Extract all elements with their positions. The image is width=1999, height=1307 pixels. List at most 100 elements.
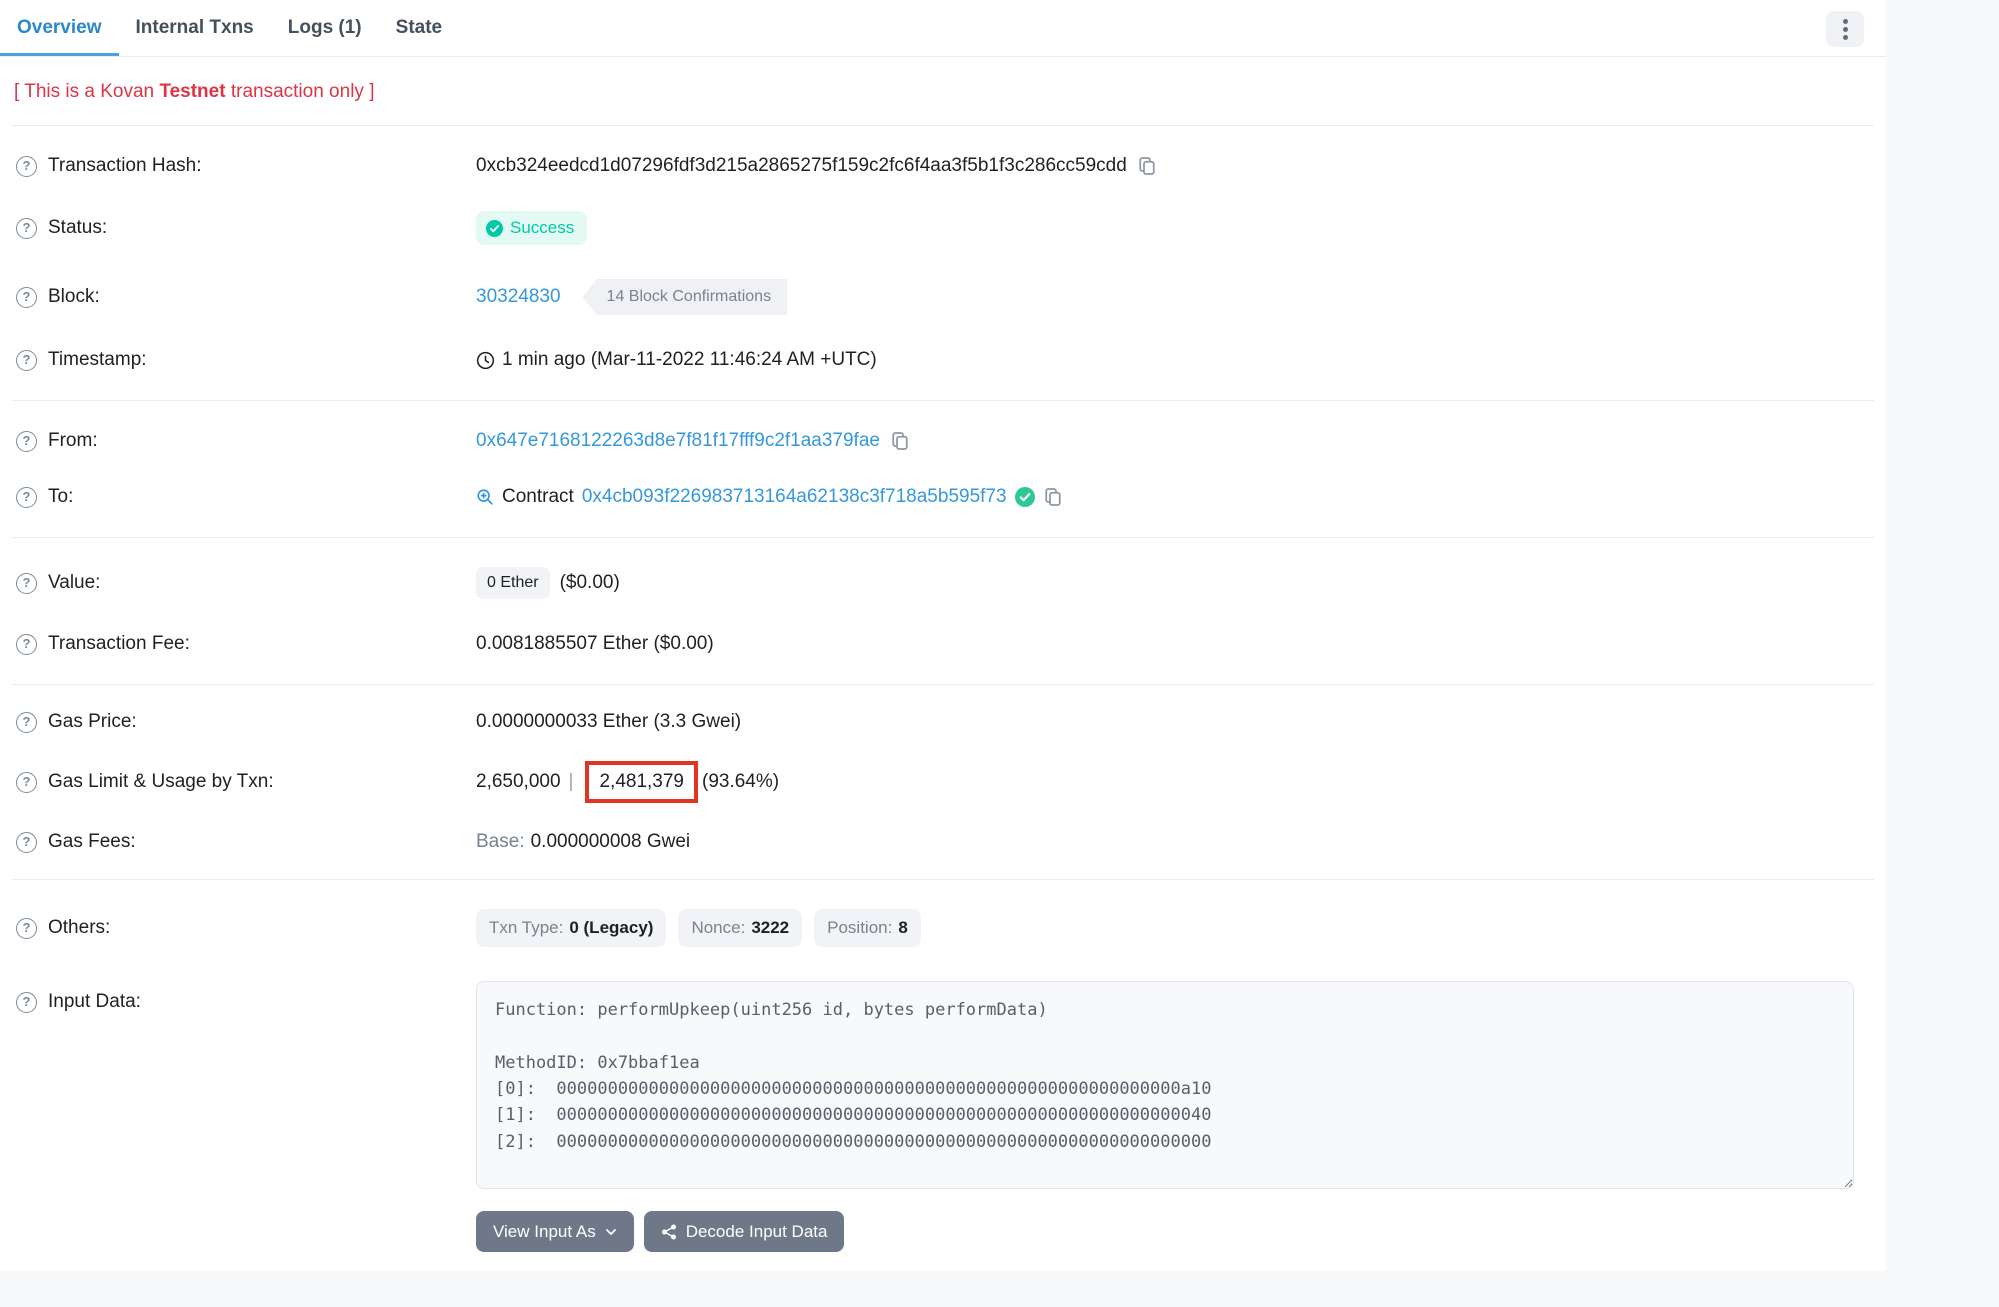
- view-input-as-button[interactable]: View Input As: [476, 1211, 634, 1252]
- verified-check-icon: [1015, 487, 1035, 507]
- input-data-label: Input Data:: [48, 991, 141, 1013]
- gas-limit-separator: |: [561, 771, 582, 793]
- question-circle-icon[interactable]: ?: [16, 992, 37, 1013]
- nonce-key: Nonce:: [691, 918, 745, 938]
- block-number-link[interactable]: 30324830: [476, 286, 561, 308]
- tab-overview[interactable]: Overview: [0, 0, 119, 56]
- from-address-link[interactable]: 0x647e7168122263d8e7f81f17fff9c2f1aa379f…: [476, 430, 880, 452]
- question-circle-icon[interactable]: ?: [16, 634, 37, 655]
- transaction-overview-card: Overview Internal Txns Logs (1) State [ …: [0, 0, 1886, 1286]
- timestamp-label: Timestamp:: [48, 349, 147, 371]
- row-transaction-hash: ? Transaction Hash: 0xcb324eedcd1d07296f…: [0, 138, 1886, 194]
- question-circle-icon[interactable]: ?: [16, 573, 37, 594]
- transaction-fee-value: 0.0081885507 Ether ($0.00): [476, 633, 714, 655]
- block-confirmations-badge: 14 Block Confirmations: [583, 279, 788, 315]
- gas-used-percent: (93.64%): [702, 771, 779, 793]
- question-circle-icon[interactable]: ?: [16, 350, 37, 371]
- value-usd: ($0.00): [560, 572, 620, 594]
- tab-logs[interactable]: Logs (1): [271, 0, 379, 56]
- row-gas-limit-usage: ? Gas Limit & Usage by Txn: 2,650,000 | …: [0, 747, 1886, 817]
- section-parties: ? From: 0x647e7168122263d8e7f81f17fff9c2…: [0, 401, 1886, 537]
- row-from: ? From: 0x647e7168122263d8e7f81f17fff9c2…: [0, 413, 1886, 469]
- nonce-value: 3222: [751, 918, 789, 938]
- row-status: ? Status: Success: [0, 194, 1886, 262]
- gas-fees-label: Gas Fees:: [48, 831, 136, 853]
- to-label: To:: [48, 486, 73, 508]
- row-value: ? Value: 0 Ether ($0.00): [0, 550, 1886, 616]
- decode-input-data-label: Decode Input Data: [686, 1222, 828, 1242]
- nonce-badge: Nonce: 3222: [678, 909, 802, 947]
- testnet-warning: [ This is a Kovan Testnet transaction on…: [0, 57, 1886, 125]
- question-circle-icon[interactable]: ?: [16, 772, 37, 793]
- copy-icon: [890, 431, 910, 451]
- testnet-warning-bold: Testnet: [159, 81, 225, 102]
- question-circle-icon[interactable]: ?: [16, 487, 37, 508]
- status-badge-text: Success: [510, 218, 574, 238]
- copy-icon: [1043, 487, 1063, 507]
- position-key: Position:: [827, 918, 892, 938]
- section-others: ? Others: Txn Type: 0 (Legacy) Nonce: 32…: [0, 880, 1886, 1285]
- transaction-hash-label: Transaction Hash:: [48, 155, 201, 177]
- row-transaction-fee: ? Transaction Fee: 0.0081885507 Ether ($…: [0, 616, 1886, 672]
- txn-type-key: Txn Type:: [489, 918, 563, 938]
- copy-to-address-button[interactable]: [1043, 487, 1063, 507]
- testnet-warning-suffix: transaction only ]: [226, 81, 375, 102]
- status-label: Status:: [48, 217, 107, 239]
- chevron-down-icon: [605, 1226, 617, 1238]
- section-summary: ? Transaction Hash: 0xcb324eedcd1d07296f…: [0, 126, 1886, 400]
- annotation-red-box: 2,481,379: [585, 761, 698, 803]
- testnet-warning-prefix: [ This is a Kovan: [14, 81, 159, 102]
- gas-price-value: 0.0000000033 Ether (3.3 Gwei): [476, 711, 741, 733]
- page-background-strip: [0, 1271, 1886, 1307]
- row-gas-price: ? Gas Price: 0.0000000033 Ether (3.3 Gwe…: [0, 697, 1886, 747]
- question-circle-icon[interactable]: ?: [16, 918, 37, 939]
- zoom-in-icon[interactable]: [476, 488, 494, 506]
- tab-internal-txns[interactable]: Internal Txns: [119, 0, 271, 56]
- gas-fees-base-value: 0.000000008 Gwei: [531, 831, 691, 853]
- others-label: Others:: [48, 917, 110, 939]
- tab-state[interactable]: State: [379, 0, 459, 56]
- question-circle-icon[interactable]: ?: [16, 712, 37, 733]
- view-input-as-label: View Input As: [493, 1222, 596, 1242]
- question-circle-icon[interactable]: ?: [16, 832, 37, 853]
- copy-tx-hash-button[interactable]: [1137, 156, 1157, 176]
- gas-used-value: 2,481,379: [599, 771, 684, 792]
- row-gas-fees: ? Gas Fees: Base: 0.000000008 Gwei: [0, 817, 1886, 867]
- to-address-link[interactable]: 0x4cb093f226983713164a62138c3f718a5b595f…: [582, 486, 1007, 508]
- row-timestamp: ? Timestamp: 1 min ago (Mar-11-2022 11:4…: [0, 332, 1886, 388]
- copy-from-address-button[interactable]: [890, 431, 910, 451]
- gas-price-label: Gas Price:: [48, 711, 137, 733]
- section-gas: ? Gas Price: 0.0000000033 Ether (3.3 Gwe…: [0, 685, 1886, 879]
- row-block: ? Block: 30324830 14 Block Confirmations: [0, 262, 1886, 332]
- input-data-actions: View Input As: [476, 1211, 1870, 1252]
- transaction-hash-value: 0xcb324eedcd1d07296fdf3d215a2865275f159c…: [476, 155, 1127, 177]
- status-badge: Success: [476, 211, 587, 245]
- position-badge: Position: 8: [814, 909, 921, 947]
- question-circle-icon[interactable]: ?: [16, 156, 37, 177]
- vertical-ellipsis-icon: [1843, 19, 1848, 40]
- question-circle-icon[interactable]: ?: [16, 287, 37, 308]
- timestamp-value: 1 min ago (Mar-11-2022 11:46:24 AM +UTC): [502, 349, 877, 371]
- copy-icon: [1137, 156, 1157, 176]
- decode-input-data-button[interactable]: Decode Input Data: [644, 1211, 845, 1252]
- gas-limit-label: Gas Limit & Usage by Txn:: [48, 771, 274, 793]
- share-nodes-icon: [661, 1224, 677, 1240]
- value-label: Value:: [48, 572, 100, 594]
- check-circle-icon: [486, 220, 503, 237]
- gas-limit-value: 2,650,000: [476, 771, 561, 793]
- position-value: 8: [898, 918, 907, 938]
- more-options-button[interactable]: [1826, 11, 1864, 47]
- txn-type-value: 0 (Legacy): [569, 918, 653, 938]
- row-to: ? To: Contract 0x4cb093f226983713164a621…: [0, 469, 1886, 525]
- clock-icon: [476, 351, 495, 370]
- to-contract-word: Contract: [502, 486, 574, 508]
- question-circle-icon[interactable]: ?: [16, 218, 37, 239]
- input-data-textarea[interactable]: Function: performUpkeep(uint256 id, byte…: [476, 981, 1854, 1189]
- from-label: From:: [48, 430, 98, 452]
- ether-value-badge: 0 Ether: [476, 567, 550, 599]
- section-value: ? Value: 0 Ether ($0.00) ? Transaction F…: [0, 538, 1886, 684]
- block-label: Block:: [48, 286, 100, 308]
- tab-bar: Overview Internal Txns Logs (1) State: [0, 0, 1886, 57]
- txn-type-badge: Txn Type: 0 (Legacy): [476, 909, 666, 947]
- question-circle-icon[interactable]: ?: [16, 431, 37, 452]
